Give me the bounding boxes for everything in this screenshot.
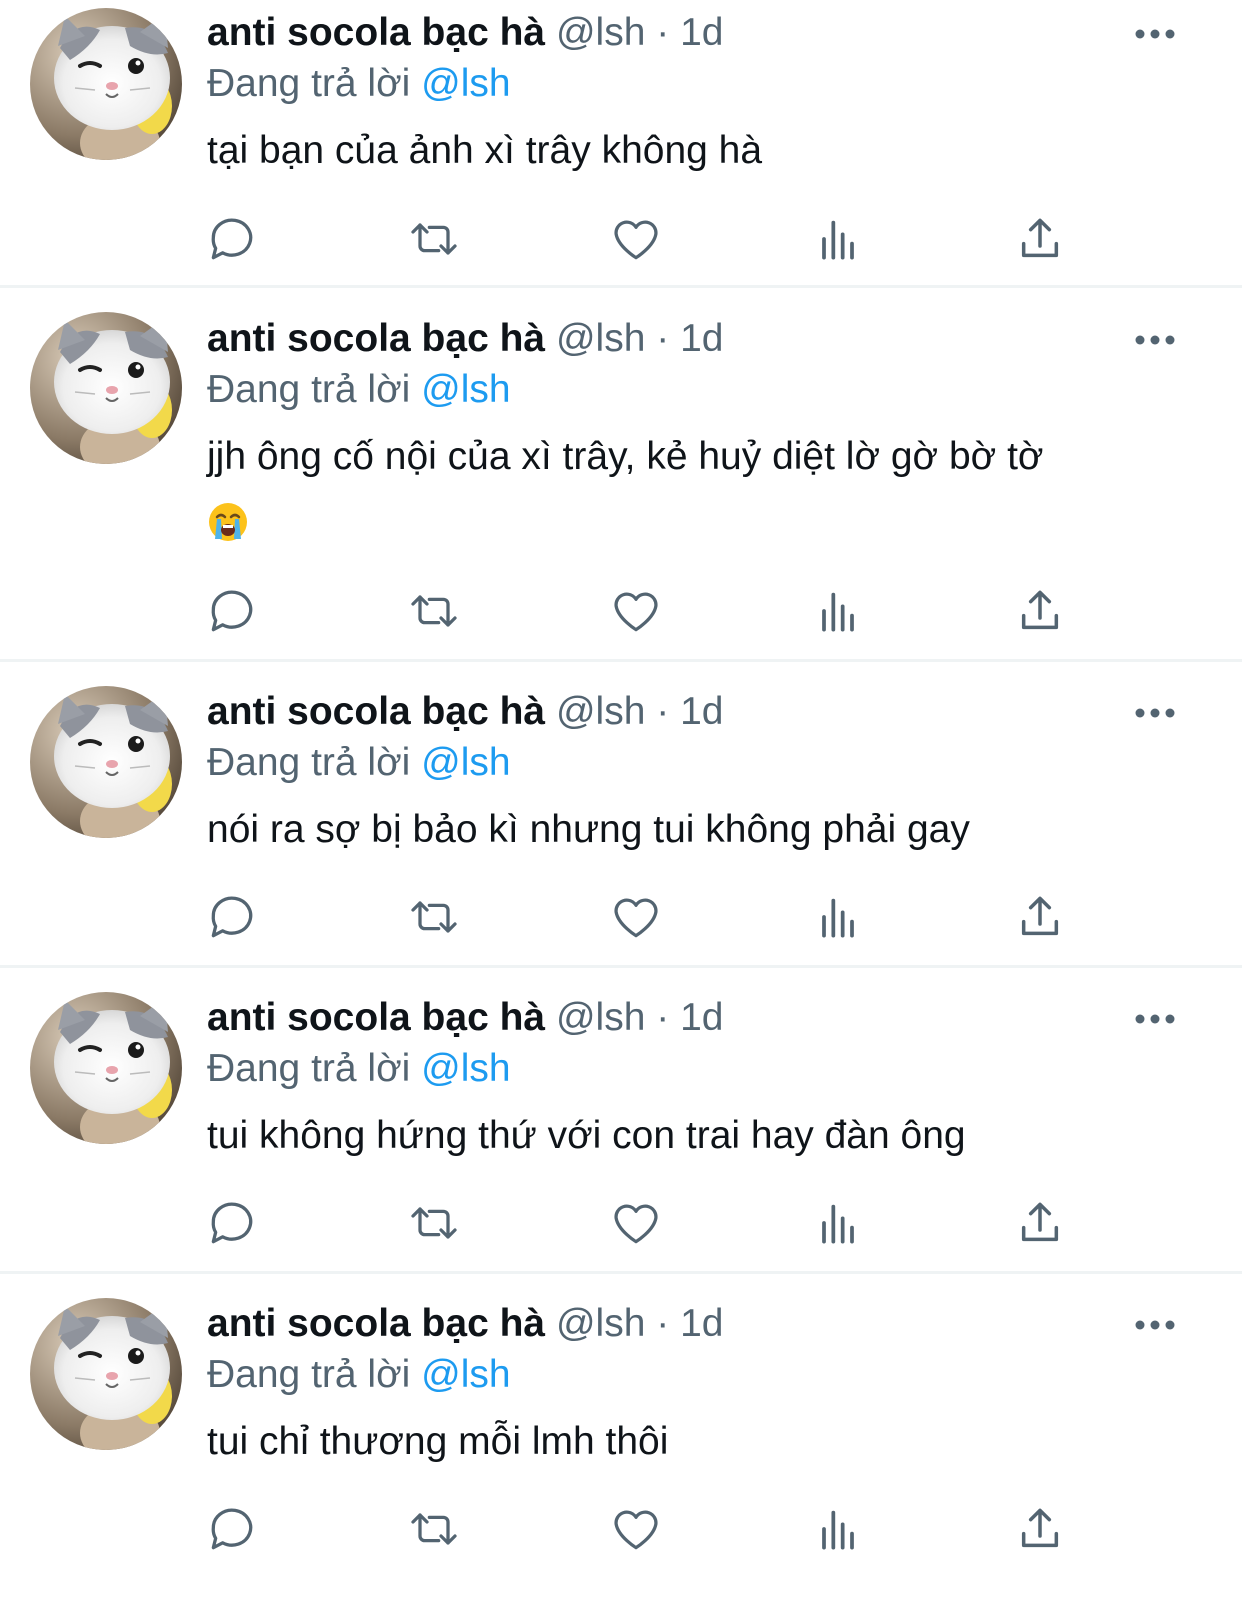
retweet-icon[interactable] (406, 889, 462, 945)
reply-mention-link[interactable]: @lsh (421, 62, 510, 105)
action-bar (0, 1501, 1242, 1557)
divider (0, 1271, 1242, 1274)
tweet-text: tui không hứng thứ với con trai hay đàn … (207, 1114, 966, 1157)
reply-mention-link[interactable]: @lsh (421, 1353, 510, 1396)
retweet-icon[interactable] (406, 211, 462, 267)
tweet[interactable]: anti socola bạc hà @lsh · 1d Đang trả lờ… (0, 1276, 1242, 1600)
retweet-icon[interactable] (406, 1501, 462, 1557)
tweet[interactable]: anti socola bạc hà @lsh · 1d Đang trả lờ… (0, 0, 1242, 287)
retweet-icon[interactable] (406, 1195, 462, 1251)
user-handle[interactable]: @lsh (556, 1302, 645, 1345)
replying-to: Đang trả lời @lsh (207, 61, 511, 107)
separator-dot: · (656, 996, 670, 1039)
user-handle[interactable]: @lsh (556, 996, 645, 1039)
retweet-icon[interactable] (406, 583, 462, 639)
tweet-header: anti socola bạc hà @lsh · 1d (207, 1301, 723, 1347)
like-icon[interactable] (608, 889, 664, 945)
user-handle[interactable]: @lsh (556, 11, 645, 54)
tweet[interactable]: anti socola bạc hà @lsh · 1d Đang trả lờ… (0, 664, 1242, 964)
like-icon[interactable] (608, 1195, 664, 1251)
divider (0, 965, 1242, 968)
display-name[interactable]: anti socola bạc hà (207, 996, 545, 1039)
user-handle[interactable]: @lsh (556, 690, 645, 733)
divider (0, 659, 1242, 662)
tweet-text: nói ra sợ bị bảo kì nhưng tui không phải… (207, 808, 970, 851)
action-bar (0, 889, 1242, 945)
reply-icon[interactable] (204, 1195, 260, 1251)
reply-prefix: Đang trả lời (207, 368, 411, 411)
more-icon[interactable] (1134, 1315, 1176, 1335)
like-icon[interactable] (608, 1501, 664, 1557)
cat-avatar[interactable] (30, 1298, 182, 1450)
replying-to: Đang trả lời @lsh (207, 740, 511, 786)
more-icon[interactable] (1134, 330, 1176, 350)
display-name[interactable]: anti socola bạc hà (207, 690, 545, 733)
tweet-text: tui chỉ thương mỗi lmh thôi (207, 1420, 669, 1463)
cat-avatar[interactable] (30, 8, 182, 160)
tweet[interactable]: anti socola bạc hà @lsh · 1d Đang trả lờ… (0, 970, 1242, 1270)
divider (0, 285, 1242, 288)
share-icon[interactable] (1012, 1195, 1068, 1251)
cat-avatar[interactable] (30, 686, 182, 838)
reply-prefix: Đang trả lời (207, 62, 411, 105)
views-icon[interactable] (810, 211, 866, 267)
loudly-crying-face-icon (207, 501, 249, 543)
display-name[interactable]: anti socola bạc hà (207, 1302, 545, 1345)
views-icon[interactable] (810, 1501, 866, 1557)
reply-prefix: Đang trả lời (207, 741, 411, 784)
timestamp[interactable]: 1d (680, 690, 723, 733)
timestamp[interactable]: 1d (680, 11, 723, 54)
display-name[interactable]: anti socola bạc hà (207, 317, 545, 360)
display-name[interactable]: anti socola bạc hà (207, 11, 545, 54)
more-icon[interactable] (1134, 24, 1176, 44)
timestamp[interactable]: 1d (680, 317, 723, 360)
reply-mention-link[interactable]: @lsh (421, 1047, 510, 1090)
replying-to: Đang trả lời @lsh (207, 367, 511, 413)
tweet-text: jjh ông cố nội của xì trây, kẻ huỷ diệt … (207, 435, 1044, 478)
cat-avatar[interactable] (30, 992, 182, 1144)
reply-icon[interactable] (204, 211, 260, 267)
separator-dot: · (656, 1302, 670, 1345)
more-icon[interactable] (1134, 703, 1176, 723)
separator-dot: · (656, 317, 670, 360)
like-icon[interactable] (608, 583, 664, 639)
tweet-header: anti socola bạc hà @lsh · 1d (207, 689, 723, 735)
views-icon[interactable] (810, 583, 866, 639)
action-bar (0, 583, 1242, 639)
tweet-header: anti socola bạc hà @lsh · 1d (207, 10, 723, 56)
replying-to: Đang trả lời @lsh (207, 1046, 511, 1092)
reply-mention-link[interactable]: @lsh (421, 368, 510, 411)
reply-mention-link[interactable]: @lsh (421, 741, 510, 784)
reply-prefix: Đang trả lời (207, 1047, 411, 1090)
cat-avatar[interactable] (30, 312, 182, 464)
share-icon[interactable] (1012, 211, 1068, 267)
reply-icon[interactable] (204, 583, 260, 639)
tweet-header: anti socola bạc hà @lsh · 1d (207, 995, 723, 1041)
more-icon[interactable] (1134, 1009, 1176, 1029)
tweet-header: anti socola bạc hà @lsh · 1d (207, 316, 723, 362)
like-icon[interactable] (608, 211, 664, 267)
views-icon[interactable] (810, 1195, 866, 1251)
separator-dot: · (656, 11, 670, 54)
timestamp[interactable]: 1d (680, 996, 723, 1039)
share-icon[interactable] (1012, 583, 1068, 639)
tweet-text: tại bạn của ảnh xì trây không hà (207, 129, 763, 172)
action-bar (0, 211, 1242, 267)
separator-dot: · (656, 690, 670, 733)
share-icon[interactable] (1012, 1501, 1068, 1557)
reply-icon[interactable] (204, 1501, 260, 1557)
user-handle[interactable]: @lsh (556, 317, 645, 360)
reply-icon[interactable] (204, 889, 260, 945)
timestamp[interactable]: 1d (680, 1302, 723, 1345)
replying-to: Đang trả lời @lsh (207, 1352, 511, 1398)
reply-prefix: Đang trả lời (207, 1353, 411, 1396)
tweet[interactable]: anti socola bạc hà @lsh · 1d Đang trả lờ… (0, 290, 1242, 660)
views-icon[interactable] (810, 889, 866, 945)
action-bar (0, 1195, 1242, 1251)
share-icon[interactable] (1012, 889, 1068, 945)
